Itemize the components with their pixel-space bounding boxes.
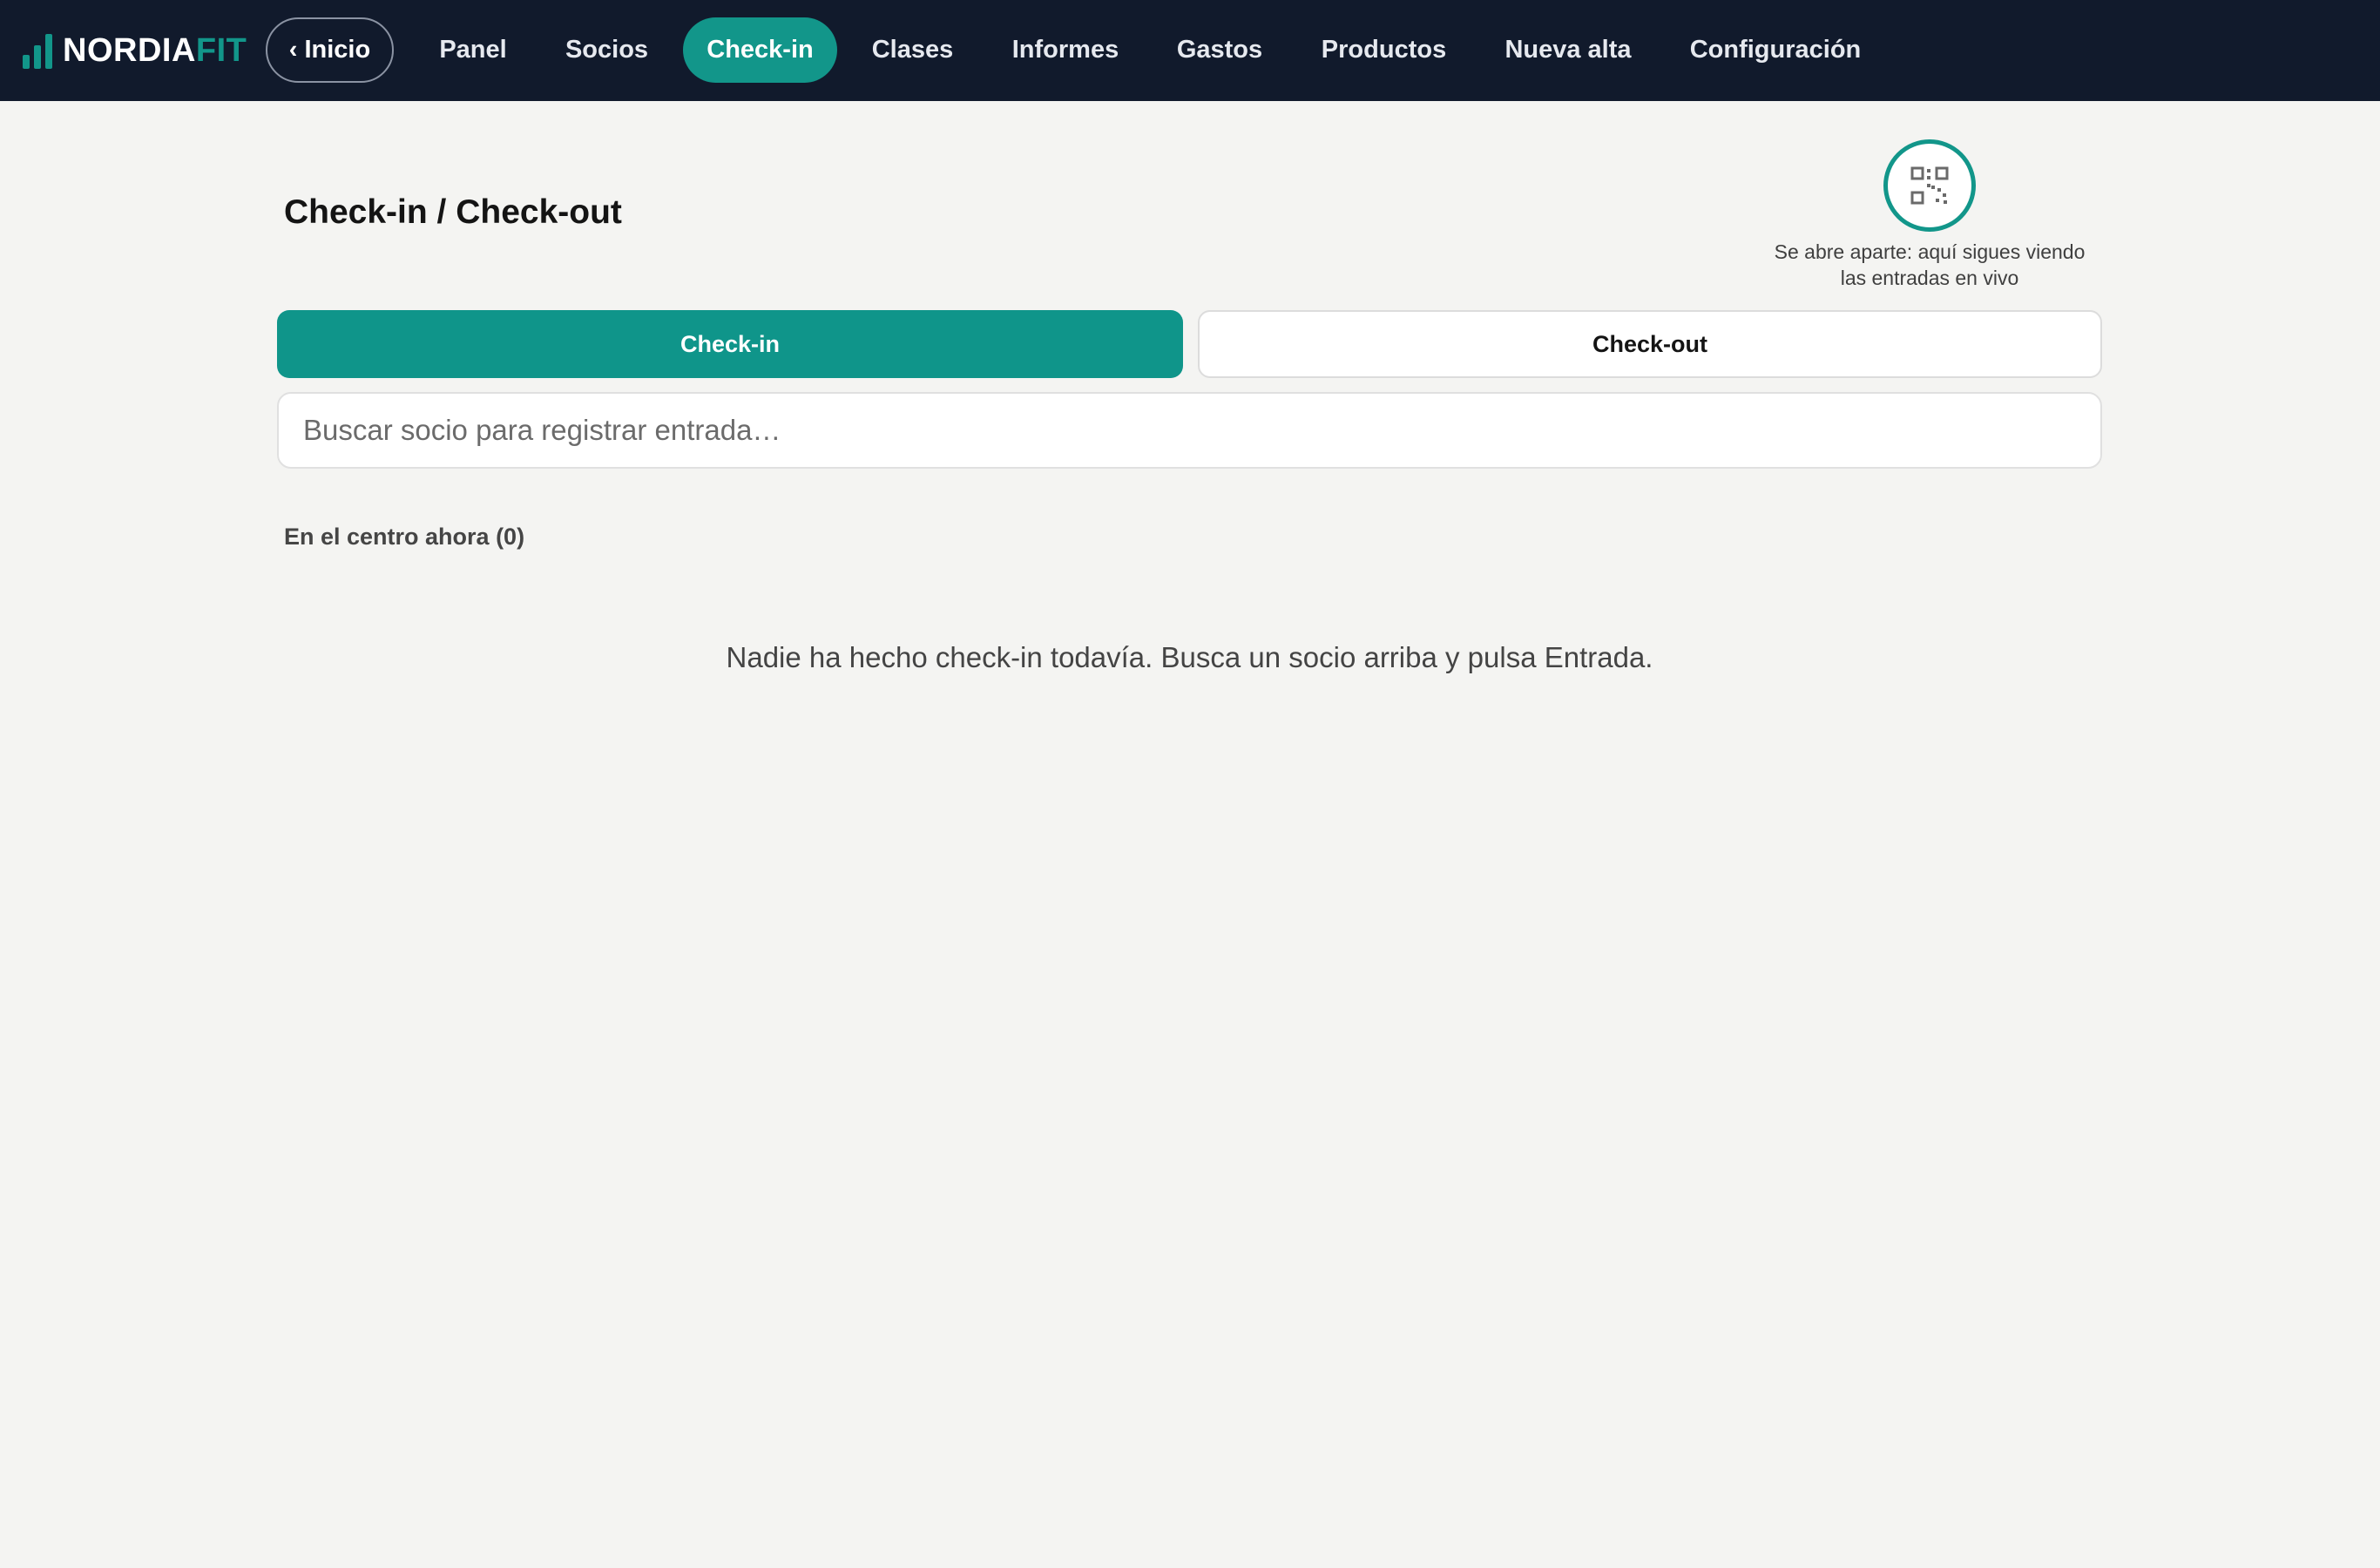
page-title: Check-in / Check-out: [284, 193, 622, 231]
top-navigation-bar: NORDIAFIT ‹ Inicio Panel Socios Check-in…: [0, 0, 2380, 101]
chevron-left-icon: ‹: [288, 36, 298, 64]
qr-caption-line1: Se abre aparte: aquí sigues viendo: [1774, 240, 2086, 263]
tab-check-in[interactable]: Check-in: [277, 310, 1183, 378]
nav-item-panel[interactable]: Panel: [421, 17, 525, 83]
nav-item-productos[interactable]: Productos: [1303, 17, 1464, 83]
brand-name-part1: NORDIA: [63, 32, 196, 69]
back-home-label: Inicio: [304, 36, 371, 64]
bar-chart-logo-icon: [23, 32, 52, 69]
nav-item-check-in[interactable]: Check-in: [683, 17, 837, 83]
tab-check-out[interactable]: Check-out: [1198, 310, 2102, 378]
nav-item-gastos[interactable]: Gastos: [1159, 17, 1281, 83]
member-search-input[interactable]: [277, 392, 2102, 469]
nav-item-socios[interactable]: Socios: [549, 17, 665, 83]
back-home-button[interactable]: ‹ Inicio: [266, 17, 394, 83]
brand-logo[interactable]: NORDIAFIT: [23, 31, 247, 70]
nav-item-informes[interactable]: Informes: [997, 17, 1134, 83]
brand-name-part2: FIT: [195, 32, 247, 69]
qr-open-button[interactable]: [1883, 139, 1976, 232]
nav-item-configuracion[interactable]: Configuración: [1669, 17, 1882, 83]
qr-display-launcher: Se abre aparte: aquí sigues viendo las e…: [1768, 139, 2091, 291]
present-members-heading: En el centro ahora (0): [284, 524, 525, 550]
qr-caption: Se abre aparte: aquí sigues viendo las e…: [1768, 239, 2091, 291]
qr-caption-line2: las entradas en vivo: [1840, 267, 2019, 289]
nav-item-nueva-alta[interactable]: Nueva alta: [1492, 17, 1644, 83]
nav-item-clases[interactable]: Clases: [854, 17, 971, 83]
qr-code-icon: [1910, 166, 1949, 205]
empty-state-message: Nadie ha hecho check-in todavía. Busca u…: [726, 641, 1653, 673]
brand-name: NORDIAFIT: [63, 34, 247, 67]
